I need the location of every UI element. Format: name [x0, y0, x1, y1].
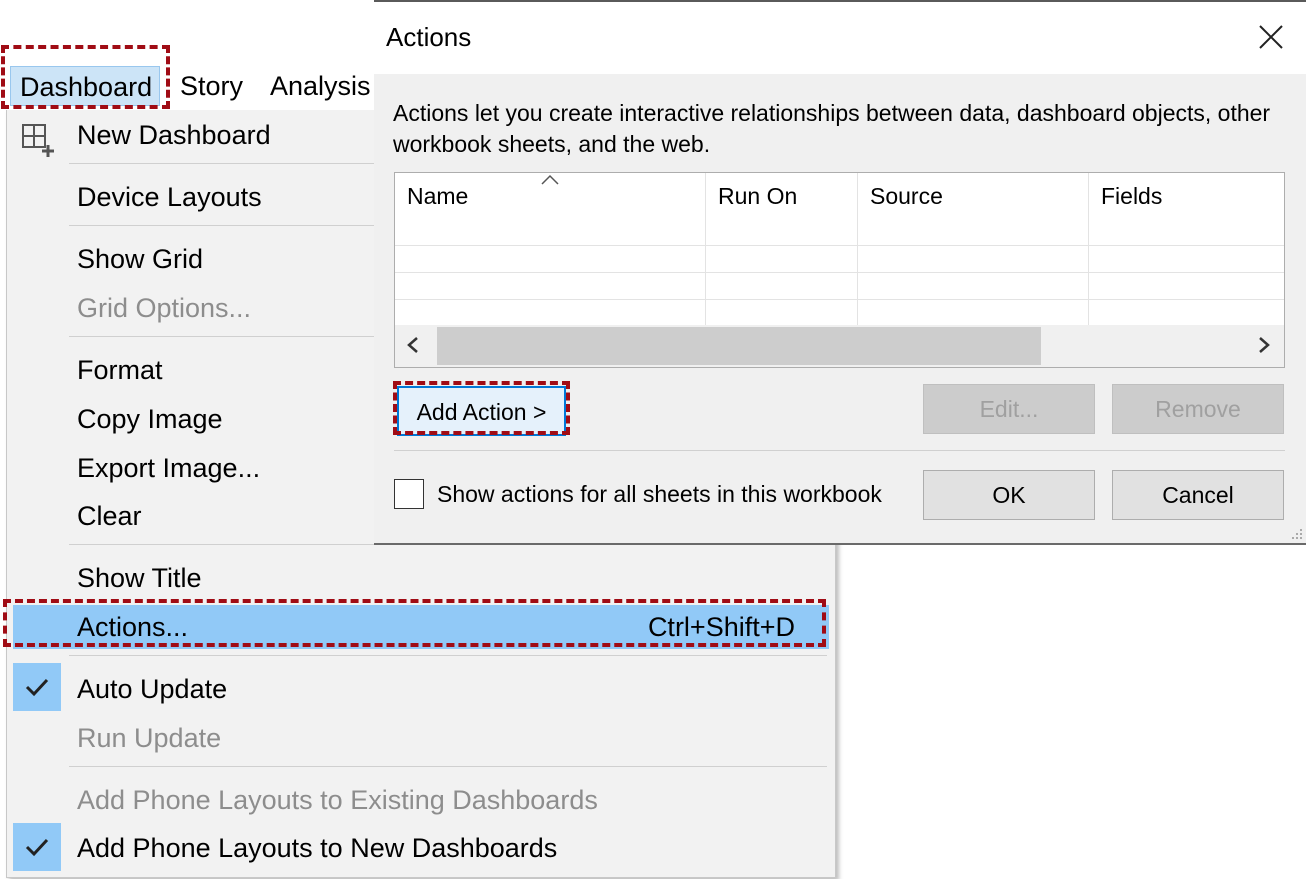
menu-item-label: Add Phone Layouts to New Dashboards [77, 833, 558, 863]
row-divider [395, 245, 1284, 246]
show-all-sheets-checkbox[interactable] [394, 479, 424, 509]
dialog-description: Actions let you create interactive relat… [393, 100, 1271, 157]
cancel-button[interactable]: Cancel [1112, 470, 1284, 520]
menu-item-show-title[interactable]: Show Title [7, 556, 835, 600]
dialog-titlebar: Actions [374, 2, 1306, 74]
menu-item-label: Device Layouts [77, 182, 262, 212]
scroll-right-icon[interactable] [1256, 335, 1272, 355]
column-header-fields[interactable]: Fields [1101, 183, 1162, 210]
menu-item-label: Grid Options... [77, 293, 252, 323]
column-header-run-on[interactable]: Run On [718, 183, 797, 210]
menu-item-label: Auto Update [77, 674, 228, 704]
menu-separator [69, 766, 827, 767]
scrollbar-thumb[interactable] [437, 327, 1041, 365]
menu-item-label: Clear [77, 501, 142, 531]
dialog-title: Actions [386, 22, 472, 52]
column-divider [857, 173, 858, 325]
column-header-name[interactable]: Name [407, 183, 468, 210]
actions-dialog: Actions Actions let you create interacti… [374, 0, 1306, 545]
edit-button: Edit... [923, 384, 1095, 434]
actions-table[interactable]: Name Run On Source Fields [394, 172, 1285, 368]
resize-grip-icon[interactable] [1288, 525, 1304, 541]
highlight-add-action [393, 381, 570, 435]
row-divider [395, 299, 1284, 300]
column-divider [705, 173, 706, 325]
remove-button: Remove [1112, 384, 1284, 434]
highlight-actions-item [3, 599, 826, 647]
menu-item-run-update: Run Update [7, 716, 835, 760]
menu-item-label: Show Title [77, 563, 202, 593]
highlight-dashboard-menu [1, 45, 170, 109]
menu-item-auto-update[interactable]: Auto Update [7, 667, 835, 711]
new-dashboard-icon [22, 124, 54, 157]
menu-item-label: Export Image... [77, 453, 261, 483]
column-divider [1088, 173, 1089, 325]
row-divider [395, 272, 1284, 273]
dialog-separator [394, 450, 1285, 451]
menu-story[interactable]: Story [180, 66, 243, 106]
menu-item-add-phone-existing: Add Phone Layouts to Existing Dashboards [7, 778, 835, 822]
horizontal-scrollbar[interactable] [395, 325, 1284, 367]
sort-ascending-icon [541, 174, 559, 185]
menu-separator [69, 655, 827, 656]
show-all-sheets-label[interactable]: Show actions for all sheets in this work… [437, 479, 907, 509]
menu-item-add-phone-new[interactable]: Add Phone Layouts to New Dashboards [7, 826, 835, 870]
menu-item-label: Copy Image [77, 404, 223, 434]
menu-item-label: New Dashboard [77, 120, 271, 150]
menu-analysis[interactable]: Analysis [270, 66, 371, 106]
menu-item-label: Add Phone Layouts to Existing Dashboards [77, 785, 598, 815]
ok-button[interactable]: OK [923, 470, 1095, 520]
menu-item-label: Run Update [77, 723, 222, 753]
close-icon[interactable] [1256, 22, 1286, 52]
menu-item-label: Format [77, 355, 163, 385]
menu-item-label: Show Grid [77, 244, 204, 274]
scroll-left-icon[interactable] [405, 335, 421, 355]
column-header-source[interactable]: Source [870, 183, 943, 210]
